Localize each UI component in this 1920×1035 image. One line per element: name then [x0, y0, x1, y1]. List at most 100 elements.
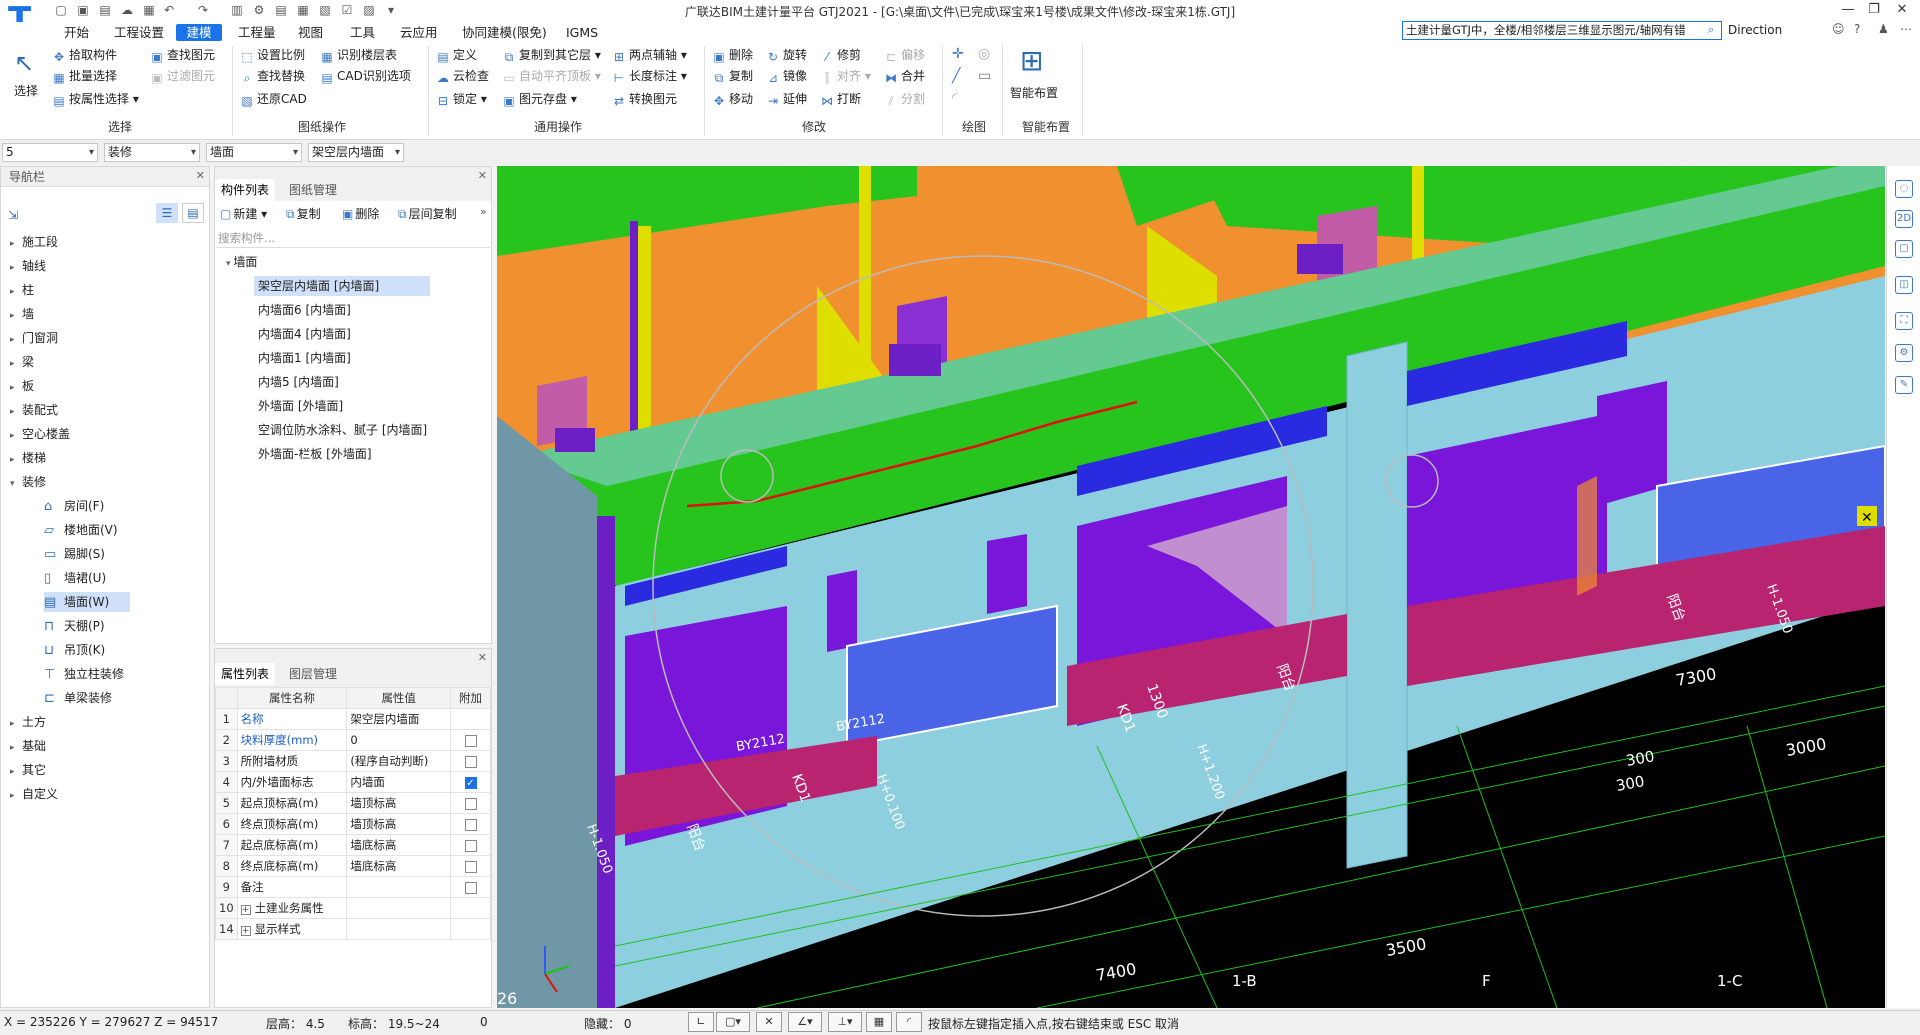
table-row[interactable]: 2 块料厚度(mm) 0	[215, 729, 491, 751]
table-row[interactable]: 7 起点底标高(m) 墙底标高	[215, 834, 491, 856]
component-search-input[interactable]: 搜索构件...	[216, 228, 490, 248]
nav-item-axis[interactable]: ▸ 轴线	[10, 256, 46, 276]
menu-collaboration[interactable]: 协同建模(限免)	[458, 24, 551, 41]
nav-sub-wall-face[interactable]: ▤ 墙面(W)	[44, 592, 130, 612]
find-element-button[interactable]: ▣ 查找图元	[150, 46, 215, 64]
nav-item-beam[interactable]: ▸ 梁	[10, 352, 34, 372]
select-by-attribute-button[interactable]: ▤ 按属性选择 ▾	[52, 90, 139, 108]
attr-value-cell[interactable]: 0	[346, 729, 451, 751]
cloud-check-button[interactable]: ☁ 云检查	[436, 67, 489, 85]
batch-select-button[interactable]: ▦ 批量选择	[52, 67, 117, 85]
settings-icon[interactable]: ⚙	[1895, 344, 1913, 362]
extend-button[interactable]: ⇥ 延伸	[766, 90, 807, 108]
smart-layout-button[interactable]: 智能布置	[1010, 84, 1058, 101]
length-dimension-button[interactable]: ⊢ 长度标注 ▾	[612, 67, 687, 85]
nav-item-segment[interactable]: ▸ 施工段	[10, 232, 58, 252]
auto-flush-slab-button[interactable]: ▭ 自动平齐顶板 ▾	[502, 67, 601, 85]
attr-value-cell[interactable]: 墙底标高	[346, 855, 451, 877]
attach-checkbox[interactable]	[464, 734, 477, 747]
tab-layer-management[interactable]: 图层管理	[283, 663, 343, 685]
help-icon[interactable]: ?	[1854, 22, 1860, 36]
menu-modeling[interactable]: 建模	[176, 24, 222, 41]
select-button[interactable]: 选择	[14, 82, 38, 99]
ortho-icon[interactable]: ∟	[688, 1012, 714, 1032]
rotate-button[interactable]: ↻ 旋转	[766, 46, 807, 64]
more-icon[interactable]: ⋯	[1900, 22, 1912, 36]
nav-item-foundation[interactable]: ▸ 基础	[10, 736, 46, 756]
select-arrow-icon[interactable]: ↖	[14, 50, 40, 76]
help-search-input[interactable]: 土建计量GTJ中，全楼/相邻楼层三维显示图元/轴网有错	[1402, 21, 1722, 40]
nav-item-door-window[interactable]: ▸ 门窗洞	[10, 328, 58, 348]
nav-sub-column-finish[interactable]: ⊤ 独立柱装修	[44, 664, 124, 684]
menu-start[interactable]: 开始	[60, 24, 93, 41]
attach-checkbox[interactable]: ✓	[464, 776, 477, 789]
component-item[interactable]: 外墙面 [外墙面]	[254, 396, 347, 416]
identify-floor-table-button[interactable]: ▦ 识别楼层表	[320, 46, 397, 64]
chat-icon[interactable]: ☺	[1832, 22, 1845, 36]
new-component-button[interactable]: ▢ 新建 ▾	[220, 205, 267, 223]
table-row[interactable]: 9 备注	[215, 876, 491, 898]
find-replace-button[interactable]: ⌕ 查找替换	[240, 67, 305, 85]
component-item[interactable]: 内墙5 [内墙面]	[254, 372, 343, 392]
align-button[interactable]: ⫿ 对齐 ▾	[820, 67, 871, 85]
attr-value-cell[interactable]: 墙顶标高	[346, 813, 451, 835]
component-item[interactable]: 架空层内墙面 [内墙面]	[254, 276, 430, 296]
view-3d-icon[interactable]: ▢	[1895, 240, 1913, 258]
copy-to-other-floor-button[interactable]: ⧉ 复制到其它层 ▾	[502, 46, 601, 64]
model-view[interactable]: 7300 3000 3500 7400 300 300 1-B F 1-C 阳台…	[497, 166, 1885, 1008]
type-select[interactable]: 墙面	[206, 143, 302, 162]
move-button[interactable]: ✥ 移动	[712, 90, 753, 108]
nav-sub-room[interactable]: ⌂ 房间(F)	[44, 496, 104, 516]
minimize-button[interactable]: —	[1836, 2, 1860, 20]
nav-item-earthwork[interactable]: ▸ 土方	[10, 712, 46, 732]
delete-component-button[interactable]: ▣ 删除	[342, 205, 379, 223]
attr-value-cell[interactable]	[346, 918, 451, 940]
nav-item-stairs[interactable]: ▸ 楼梯	[10, 448, 46, 468]
attr-value-cell[interactable]: 内墙面	[346, 771, 451, 793]
attach-checkbox[interactable]	[464, 797, 477, 810]
component-item[interactable]: 空调位防水涂料、腻子 [内墙面]	[254, 420, 431, 440]
attach-checkbox[interactable]	[464, 881, 477, 894]
expand-icon[interactable]: +	[240, 905, 251, 915]
copy-button[interactable]: ⧉ 复制	[712, 67, 753, 85]
tab-component-list[interactable]: 构件列表	[215, 179, 276, 201]
tab-properties[interactable]: 属性列表	[215, 663, 276, 685]
nav-sub-suspended-ceiling[interactable]: ⊔ 吊顶(K)	[44, 640, 105, 660]
cube-icon[interactable]: ◫	[1895, 276, 1913, 294]
more-icon[interactable]: »	[480, 205, 487, 218]
table-row[interactable]: 5 起点顶标高(m) 墙顶标高	[215, 792, 491, 814]
nav-item-wall[interactable]: ▸ 墙	[10, 304, 34, 324]
mirror-button[interactable]: ⊿ 镜像	[766, 67, 807, 85]
nav-item-column[interactable]: ▸ 柱	[10, 280, 34, 300]
menu-cloud[interactable]: 云应用	[396, 24, 442, 41]
nav-item-custom[interactable]: ▸ 自定义	[10, 784, 58, 804]
table-row[interactable]: 4 内/外墙面标志 内墙面 ✓	[215, 771, 491, 793]
close-icon[interactable]: ✕	[1861, 510, 1873, 526]
offset-button[interactable]: ⊏ 偏移	[884, 46, 925, 64]
close-icon[interactable]: ✕	[478, 651, 487, 664]
merge-button[interactable]: ⧓ 合并	[884, 67, 925, 85]
nav-sub-ceiling[interactable]: ⊓ 天棚(P)	[44, 616, 105, 636]
attach-checkbox[interactable]	[464, 860, 477, 873]
angle-icon[interactable]: ∠▾	[788, 1012, 822, 1032]
close-button[interactable]: ✕	[1890, 2, 1914, 20]
set-scale-button[interactable]: ⬚ 设置比例	[240, 46, 305, 64]
notes-icon[interactable]: ✎	[1895, 376, 1913, 394]
copy-component-button[interactable]: ⧉ 复制	[286, 205, 321, 223]
attr-value-cell[interactable]: 墙底标高	[346, 834, 451, 856]
nav-sub-skirting[interactable]: ▭ 踢脚(S)	[44, 544, 105, 564]
split-button[interactable]: ⫽ 分割	[884, 90, 925, 108]
direction-link[interactable]: Direction	[1728, 23, 1782, 37]
restore-cad-button[interactable]: ▧ 还原CAD	[240, 90, 307, 108]
copy-between-floors-button[interactable]: ⧉ 层间复制	[398, 205, 457, 223]
attr-value-cell[interactable]	[346, 876, 451, 898]
close-icon[interactable]: ✕	[196, 169, 205, 182]
tree-root-wall-face[interactable]: ▾ 墙面	[226, 252, 257, 274]
component-item[interactable]: 内墙面4 [内墙面]	[254, 324, 355, 344]
attach-checkbox[interactable]	[464, 839, 477, 852]
table-row[interactable]: 3 所附墙材质 (程序自动判断)	[215, 750, 491, 772]
tab-drawing-management[interactable]: 图纸管理	[283, 179, 343, 201]
cross-icon[interactable]: ✕	[756, 1012, 782, 1032]
component-item[interactable]: 内墙面1 [内墙面]	[254, 348, 355, 368]
table-row[interactable]: 14 + 显示样式	[215, 918, 491, 940]
